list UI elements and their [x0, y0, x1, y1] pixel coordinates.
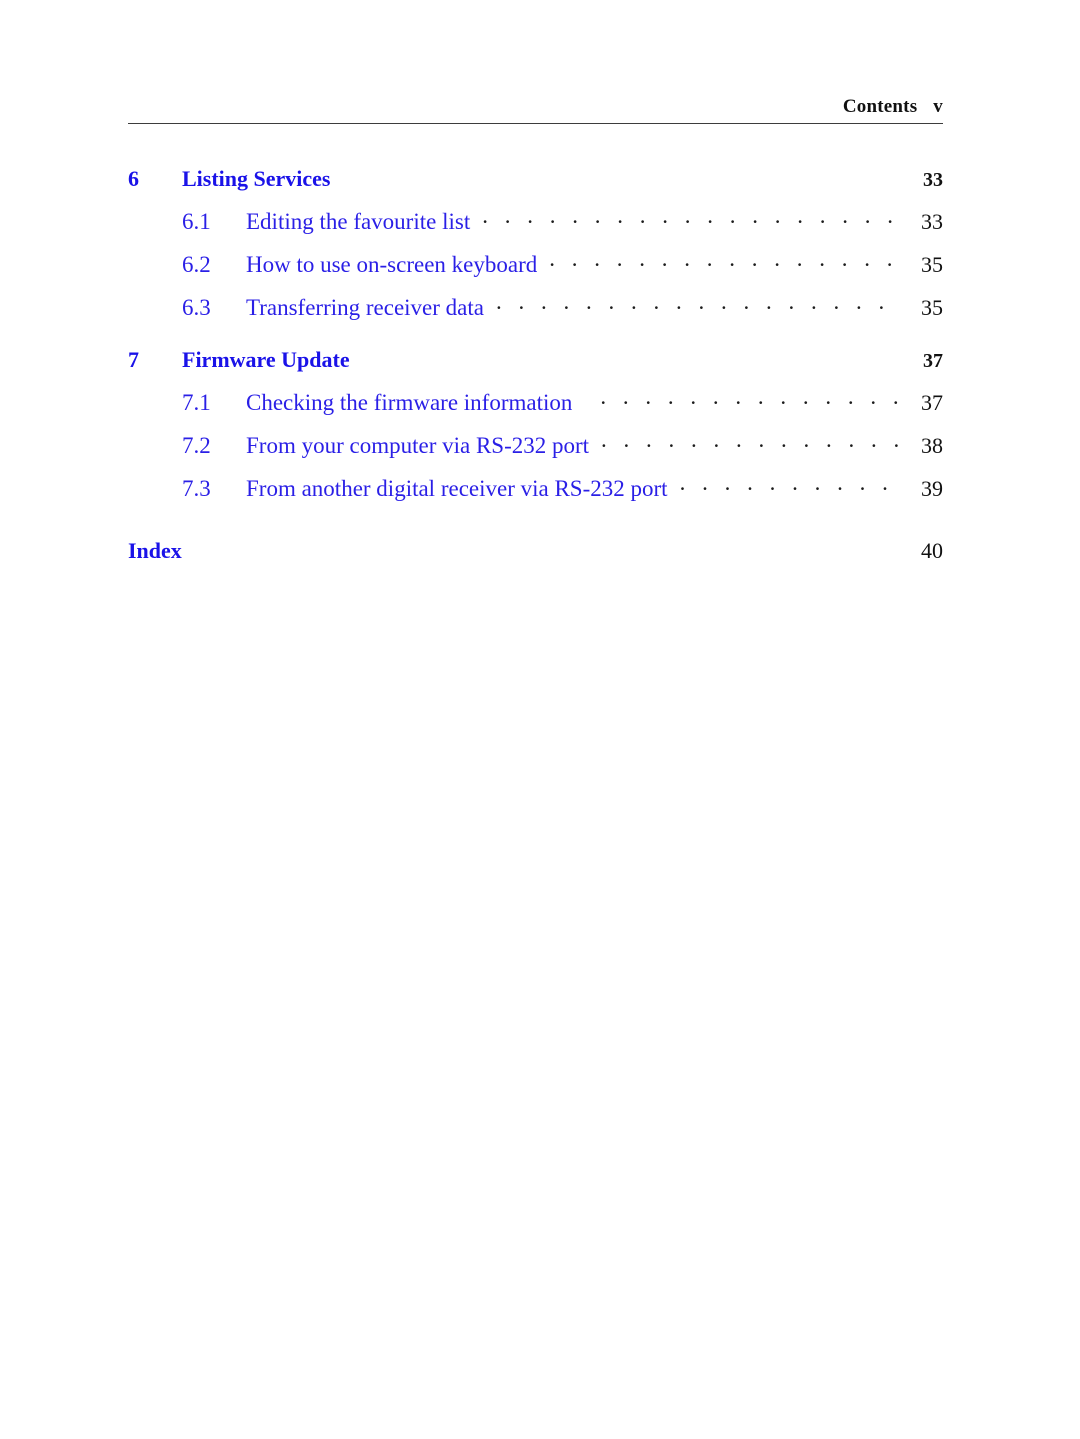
toc-section-entry[interactable]: 6.3 Transferring receiver data 35 — [128, 292, 943, 321]
toc-backmatter-entry[interactable]: Index 40 — [128, 538, 943, 564]
toc-chapter-title: Listing Services — [182, 166, 331, 191]
toc-section-page: 35 — [921, 295, 943, 320]
toc-section-title: From your computer via RS-232 port — [246, 433, 590, 458]
document-page: Contents v 6 Listing Services 33 6.1 Edit… — [0, 0, 1080, 1439]
toc-leader — [601, 430, 901, 453]
toc-chapter-title: Firmware Update — [182, 347, 350, 372]
toc-section-page: 35 — [921, 252, 943, 277]
toc-section-number: 6.3 — [182, 295, 211, 320]
toc-section-page: 33 — [921, 209, 943, 234]
toc-section-entry[interactable]: 7.1 Checking the firmware information 37 — [128, 387, 943, 416]
toc-chapter-group: 7 Firmware Update 37 7.1 Checking the fi… — [128, 347, 943, 502]
toc-chapter-page: 37 — [923, 350, 943, 372]
toc-leader — [549, 249, 901, 272]
toc-section-title: From another digital receiver via RS-232… — [246, 476, 668, 501]
toc-section-number: 7.3 — [182, 476, 211, 501]
toc-leader — [496, 292, 901, 315]
toc-backmatter-page: 40 — [921, 538, 943, 563]
toc-chapter-group: 6 Listing Services 33 6.1 Editing the fa… — [128, 166, 943, 321]
toc-chapter-number: 7 — [128, 347, 139, 372]
toc-chapter-entry[interactable]: 7 Firmware Update 37 — [128, 347, 943, 373]
toc-section-number: 7.2 — [182, 433, 211, 458]
toc-section-entry[interactable]: 6.1 Editing the favourite list 33 — [128, 206, 943, 235]
toc-section-entry[interactable]: 7.3 From another digital receiver via RS… — [128, 473, 943, 502]
toc-section-entry[interactable]: 6.2 How to use on-screen keyboard 35 — [128, 249, 943, 278]
toc-section-entry[interactable]: 7.2 From your computer via RS-232 port 3… — [128, 430, 943, 459]
running-header-title: Contents — [842, 96, 918, 117]
header-rule — [128, 123, 943, 124]
toc-leader — [600, 387, 901, 410]
running-header: Contents v — [128, 96, 943, 118]
toc-section-title: Checking the firmware information — [246, 390, 573, 415]
toc-section-number: 6.1 — [182, 209, 211, 234]
toc-chapter-entry[interactable]: 6 Listing Services 33 — [128, 166, 943, 192]
toc-leader — [680, 473, 901, 496]
table-of-contents: 6 Listing Services 33 6.1 Editing the fa… — [128, 150, 943, 564]
toc-chapter-page: 33 — [923, 169, 943, 191]
toc-backmatter-title: Index — [128, 538, 182, 563]
toc-section-number: 7.1 — [182, 390, 211, 415]
toc-section-page: 37 — [921, 390, 943, 415]
toc-section-title: Editing the favourite list — [246, 209, 471, 234]
page-folio: v — [933, 96, 943, 117]
toc-section-page: 38 — [921, 433, 943, 458]
toc-leader — [482, 206, 901, 229]
toc-section-page: 39 — [921, 476, 943, 501]
toc-chapter-number: 6 — [128, 166, 139, 191]
toc-section-number: 6.2 — [182, 252, 211, 277]
toc-section-title: How to use on-screen keyboard — [246, 252, 538, 277]
toc-section-title: Transferring receiver data — [246, 295, 484, 320]
